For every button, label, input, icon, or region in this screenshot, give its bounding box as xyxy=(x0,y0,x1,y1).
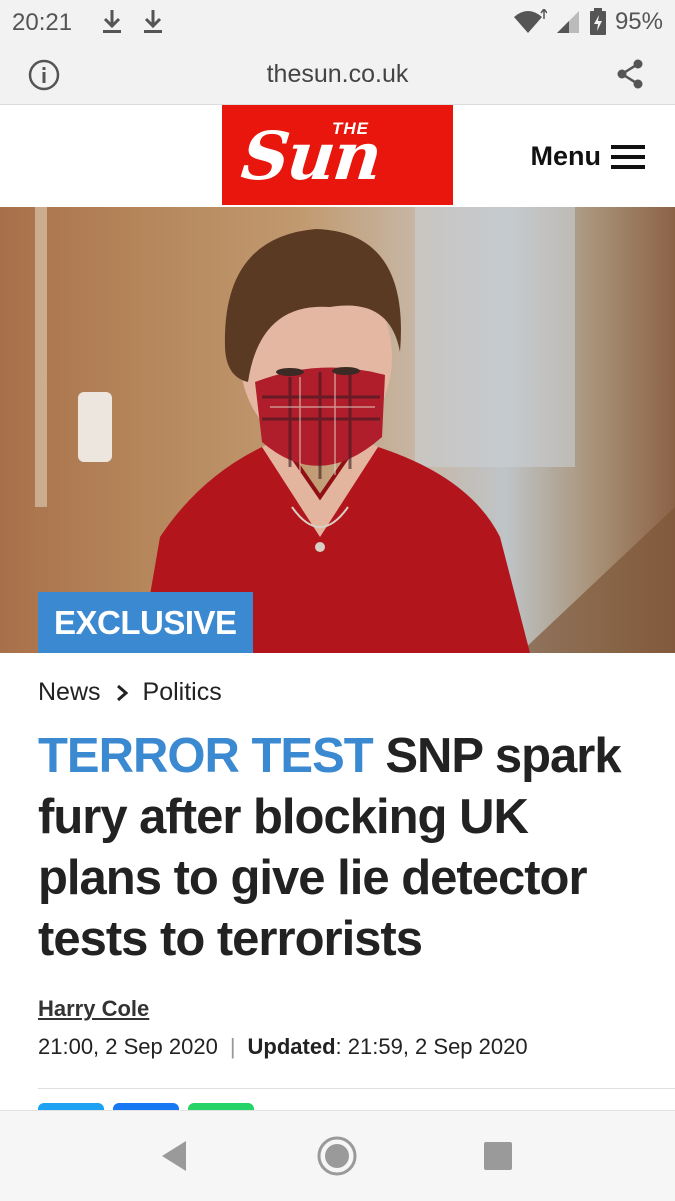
breadcrumb-politics[interactable]: Politics xyxy=(143,678,222,707)
hero-photo xyxy=(35,207,675,653)
share-icon[interactable] xyxy=(615,58,645,90)
author-link[interactable]: Harry Cole xyxy=(38,996,149,1022)
logo-sun-text: Sun xyxy=(237,117,384,195)
exclusive-badge: EXCLUSIVE xyxy=(38,592,253,653)
download-icon xyxy=(144,10,162,33)
status-bar: 20:21 95% xyxy=(0,0,675,46)
signal-icon xyxy=(556,11,579,33)
divider xyxy=(38,1088,675,1089)
browser-address-bar[interactable]: thesun.co.uk xyxy=(0,46,675,105)
updated-label: Updated xyxy=(247,1034,336,1059)
updated-time: : 21:59, 2 Sep 2020 xyxy=(335,1034,528,1059)
menu-label: Menu xyxy=(530,141,602,171)
chevron-right-icon xyxy=(116,684,128,701)
battery-percent: 95% xyxy=(614,8,663,35)
published-time: 21:00, 2 Sep 2020 xyxy=(38,1034,218,1059)
system-nav-bar xyxy=(0,1110,675,1201)
breadcrumb: News Politics xyxy=(38,678,222,707)
recent-apps-icon[interactable] xyxy=(483,1141,513,1171)
site-header: THE Sun Menu xyxy=(0,105,675,206)
url-text[interactable]: thesun.co.uk xyxy=(0,60,675,89)
wifi-icon xyxy=(513,9,547,33)
download-icon xyxy=(103,10,121,33)
battery-icon xyxy=(589,8,606,35)
menu-button[interactable]: Menu xyxy=(530,141,645,172)
back-icon[interactable] xyxy=(158,1139,190,1173)
breadcrumb-news[interactable]: News xyxy=(38,678,101,707)
dateline-separator: | xyxy=(229,1034,236,1059)
article-headline: TERROR TEST SNP spark fury after blockin… xyxy=(38,726,648,970)
hamburger-icon xyxy=(611,144,645,169)
the-sun-logo[interactable]: THE Sun xyxy=(222,105,453,205)
status-time: 20:21 xyxy=(12,9,73,36)
headline-kicker: TERROR TEST xyxy=(38,729,374,783)
home-icon[interactable] xyxy=(316,1135,358,1177)
dateline: 21:00, 2 Sep 2020 | Updated: 21:59, 2 Sep … xyxy=(38,1034,528,1060)
hero-image[interactable] xyxy=(0,207,675,653)
